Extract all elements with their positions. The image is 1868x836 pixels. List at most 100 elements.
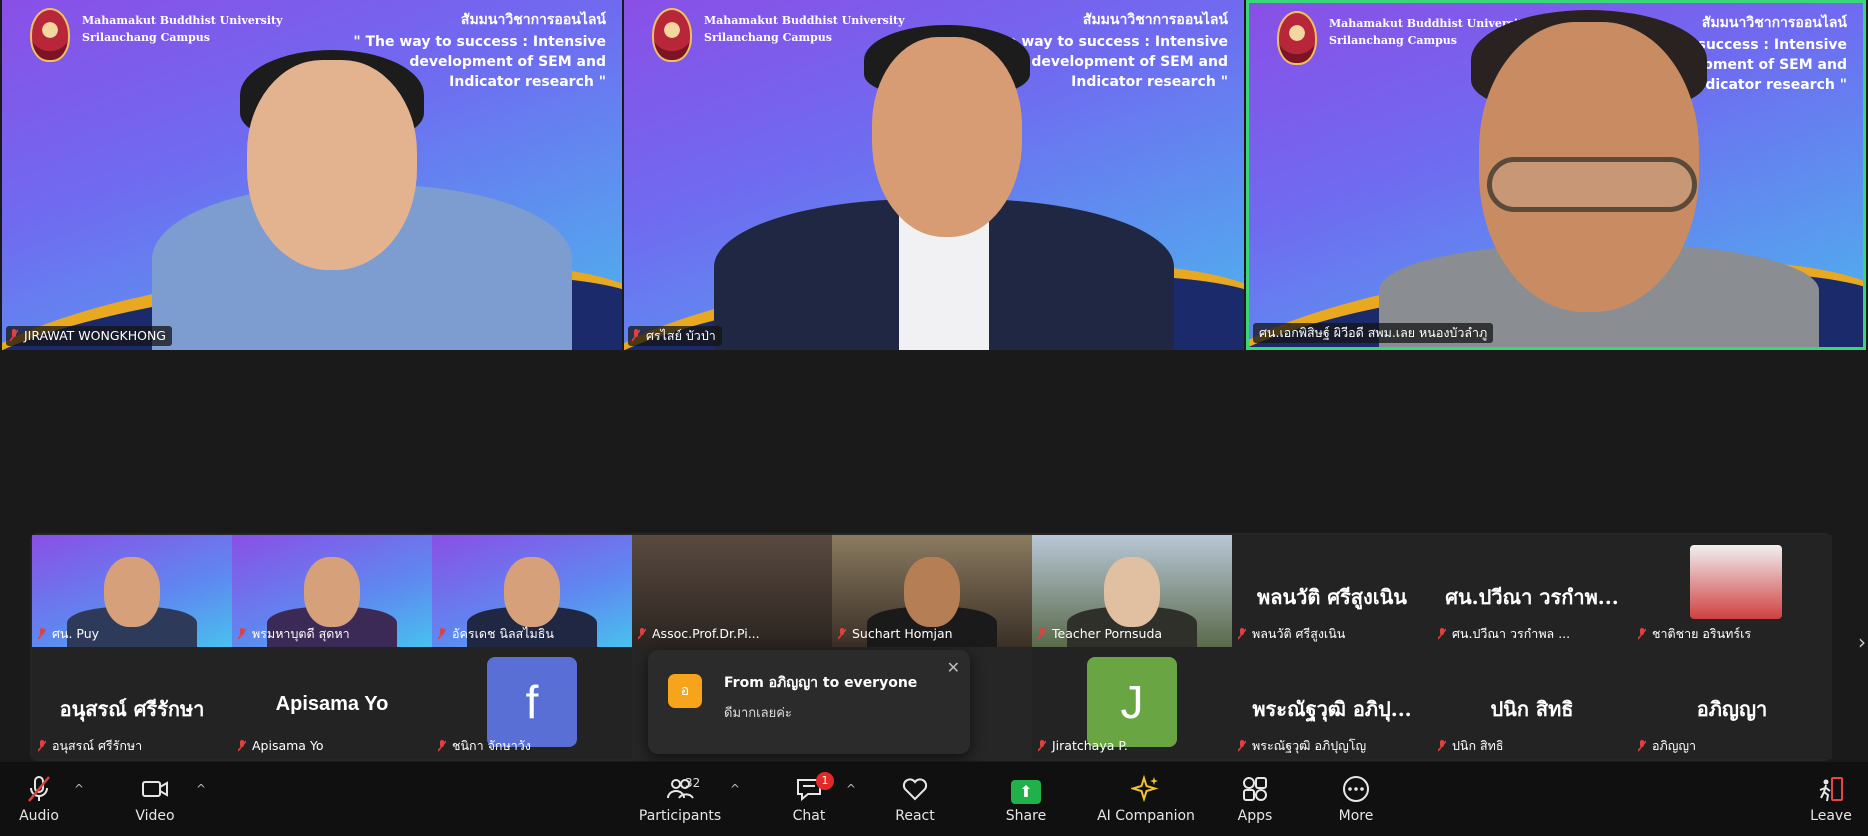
gallery-tile[interactable]: f ชนิกา จักษาวัง — [432, 647, 632, 759]
topic-line-1: " The way to success : Intensive — [353, 34, 606, 50]
gallery-tile[interactable]: Assoc.Prof.Dr.Pi... — [632, 535, 832, 647]
gallery-tile[interactable]: J Jiratchaya P. — [1032, 647, 1232, 759]
gallery-tile[interactable]: ปนิก สิทธิ ปนิก สิทธิ — [1432, 647, 1632, 759]
share-label: Share — [1005, 808, 1047, 824]
speaker-name: ศน.เอกพิสิษฐ์ ผิวีอดี สพม.เลย หนองบัวลำภ… — [1259, 325, 1488, 340]
participant-name: อนุสรณ์ ศรีรักษา — [52, 738, 143, 753]
university-line-2: Srilanchang Campus — [82, 31, 210, 44]
muted-mic-icon — [1238, 628, 1246, 640]
participant-name: Teacher Pornsuda — [1052, 626, 1163, 641]
gallery-tile[interactable]: อภิญญา อภิญญา — [1632, 647, 1832, 759]
speaker-tile-3-active[interactable]: Mahamakut Buddhist University Srilanchan… — [1246, 0, 1866, 350]
tile-nameplate: Suchart Homjan — [836, 626, 957, 644]
tile-nameplate: ปนิก สิทธิ — [1436, 738, 1508, 756]
audio-button[interactable]: Audio — [0, 774, 84, 824]
glasses — [1487, 157, 1697, 212]
participant-avatar: f — [487, 657, 577, 747]
muted-mic-icon — [1038, 628, 1046, 640]
participant-name: อัครเดช นิลสไมธิน — [452, 626, 554, 641]
participants-options-caret-icon[interactable]: ^ — [730, 782, 740, 796]
muted-mic-icon — [38, 740, 46, 752]
chat-notification[interactable]: อ From อภิญญา to everyone ดีมากเลยค่ะ ✕ — [648, 650, 970, 754]
more-button[interactable]: More — [1311, 774, 1401, 824]
chat-unread-badge: 1 — [816, 772, 834, 790]
participant-video — [714, 15, 1174, 350]
gallery-tile[interactable]: พลนวัติ ศรีสูงเนิน พลนวัติ ศรีสูงเนิน — [1232, 535, 1432, 647]
chat-options-caret-icon[interactable]: ^ — [846, 782, 856, 796]
participant-big-name: พระณัฐวุฒิ อภิปุ... — [1252, 697, 1412, 721]
tile-nameplate: Apisama Yo — [236, 738, 328, 756]
chat-message: ดีมากเลยค่ะ — [724, 706, 792, 721]
react-button[interactable]: React — [870, 774, 960, 824]
participant-name: Apisama Yo — [252, 738, 324, 753]
tile-nameplate: Teacher Pornsuda — [1036, 626, 1166, 644]
chat-label: Chat — [792, 808, 826, 824]
video-camera-icon — [142, 781, 168, 797]
participant-name: ศน.ปวีณา วรกำพล ... — [1452, 626, 1571, 641]
tile-nameplate: อัครเดช นิลสไมธิน — [436, 626, 558, 644]
tile-nameplate: ศน.ปวีณา วรกำพล ... — [1436, 626, 1574, 644]
share-screen-icon: ⬆ — [981, 774, 1071, 804]
speaker-tile-2[interactable]: Mahamakut Buddhist University Srilanchan… — [624, 0, 1244, 350]
speaker-row: Mahamakut Buddhist University Srilanchan… — [0, 0, 1868, 352]
tile-nameplate: พลนวัติ ศรีสูงเนิน — [1236, 626, 1349, 644]
share-button[interactable]: ⬆ Share — [981, 774, 1071, 824]
sparkle-icon — [1131, 774, 1159, 803]
participant-big-name: อภิญญา — [1696, 697, 1768, 721]
speaker-nameplate: ศรไสย์ บัวป่า — [628, 326, 722, 346]
muted-mic-icon — [1638, 628, 1646, 640]
gallery-tile[interactable]: อนุสรณ์ ศรีรักษา อนุสรณ์ ศรีรักษา — [32, 647, 232, 759]
participant-name: Jiratchaya P. — [1052, 738, 1128, 753]
participant-name: อภิญญา — [1652, 738, 1697, 753]
participant-name: ศน. Puy — [52, 626, 100, 641]
video-button[interactable]: Video — [110, 774, 200, 824]
gallery-tile[interactable]: Teacher Pornsuda — [1032, 535, 1232, 647]
heart-icon — [902, 778, 928, 801]
chat-button[interactable]: 1 Chat — [764, 772, 854, 824]
participant-name: ชาติชาย อรินทร์เร — [1652, 626, 1752, 641]
gallery-tile[interactable]: ศน.ปวีณา วรกำพ... ศน.ปวีณา วรกำพล ... — [1432, 535, 1632, 647]
gallery-tile[interactable]: ศน. Puy — [32, 535, 232, 647]
muted-mic-icon — [1038, 740, 1046, 752]
video-options-caret-icon[interactable]: ^ — [196, 782, 206, 796]
gallery-tile[interactable]: พรมหาบุตดี สุดหา — [232, 535, 432, 647]
participants-label: Participants — [638, 808, 722, 824]
muted-mic-icon — [1238, 740, 1246, 752]
apps-button[interactable]: Apps — [1210, 774, 1300, 824]
leave-door-icon — [1819, 777, 1843, 802]
muted-mic-icon — [1438, 628, 1446, 640]
tile-nameplate: ศน. Puy — [36, 626, 103, 644]
ai-companion-button[interactable]: AI Companion — [1086, 774, 1206, 824]
speaker-nameplate: ศน.เอกพิสิษฐ์ ผิวีอดี สพม.เลย หนองบัวลำภ… — [1253, 323, 1494, 343]
gallery-tile[interactable]: ชาติชาย อรินทร์เร — [1632, 535, 1832, 647]
speaker-name: ศรไสย์ บัวป่า — [646, 328, 716, 343]
tile-nameplate: พระณัฐวุฒิ อภิปุญโญ — [1236, 738, 1370, 756]
leave-button[interactable]: Leave — [1786, 774, 1868, 824]
speaker-name: JIRAWAT WONGKHONG — [24, 328, 166, 343]
close-icon[interactable]: ✕ — [947, 658, 960, 677]
audio-options-caret-icon[interactable]: ^ — [74, 782, 84, 796]
participant-name: ปนิก สิทธิ — [1452, 738, 1504, 753]
speaker-nameplate: JIRAWAT WONGKHONG — [6, 326, 172, 346]
tile-nameplate: พรมหาบุตดี สุดหา — [236, 626, 354, 644]
gallery-tile[interactable]: Suchart Homjan — [832, 535, 1032, 647]
participants-count: 32 — [685, 776, 701, 790]
participant-video — [1690, 545, 1782, 619]
participant-name: Suchart Homjan — [852, 626, 953, 641]
leave-label: Leave — [1810, 808, 1852, 824]
meeting-toolbar: Audio ^ Video ^ 32 Participants ^ 1 Chat… — [0, 762, 1868, 836]
participant-avatar: J — [1087, 657, 1177, 747]
participant-video — [1379, 3, 1819, 347]
speaker-tile-1[interactable]: Mahamakut Buddhist University Srilanchan… — [2, 0, 622, 350]
university-logo-icon — [652, 8, 692, 62]
tile-nameplate: ชาติชาย อรินทร์เร — [1636, 626, 1755, 644]
participants-button[interactable]: 32 Participants — [625, 774, 735, 824]
gallery-tile[interactable]: อัครเดช นิลสไมธิน — [432, 535, 632, 647]
participant-name: พระณัฐวุฒิ อภิปุญโญ — [1252, 738, 1367, 753]
university-logo-icon — [30, 8, 70, 62]
gallery-next-arrow-icon[interactable]: › — [1858, 630, 1868, 660]
gallery-tile[interactable]: พระณัฐวุฒิ อภิปุ... พระณัฐวุฒิ อภิปุญโญ — [1232, 647, 1432, 759]
muted-mic-icon — [238, 740, 246, 752]
participant-name: พรมหาบุตดี สุดหา — [252, 626, 350, 641]
gallery-tile[interactable]: Apisama Yo Apisama Yo — [232, 647, 432, 759]
